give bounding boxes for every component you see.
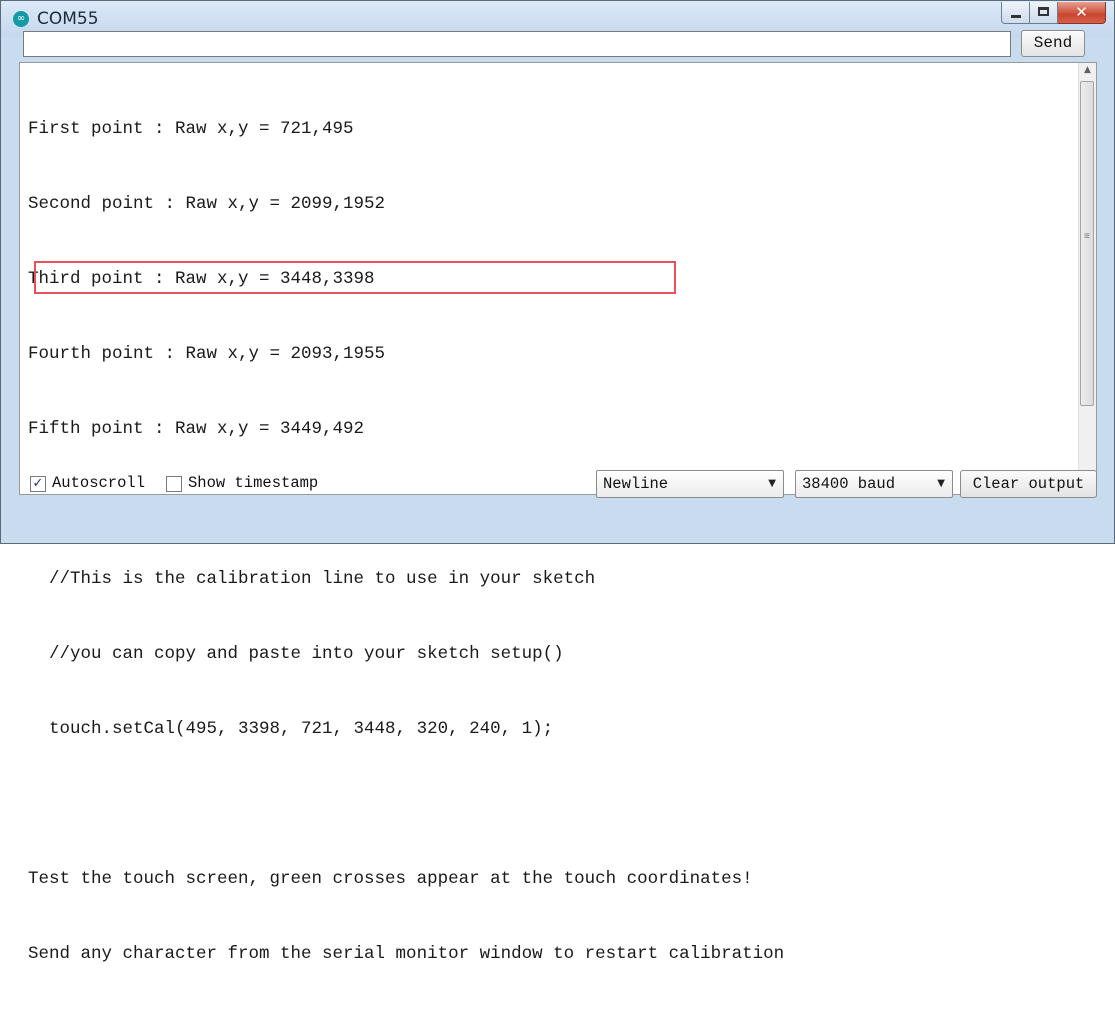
close-icon: ✕ — [1075, 3, 1088, 21]
output-line: Second point : Raw x,y = 2099,1952 — [28, 194, 386, 214]
output-line: //This is the calibration line to use in… — [28, 569, 596, 589]
output-line: Send any character from the serial monit… — [28, 944, 785, 964]
output-line: Fifth point : Raw x,y = 3449,492 — [28, 419, 365, 439]
minimize-icon — [1011, 15, 1021, 18]
output-line: Fourth point : Raw x,y = 2093,1955 — [28, 344, 386, 364]
window-controls: ✕ — [1001, 2, 1106, 24]
output-line: touch.setCal(495, 3398, 721, 3448, 320, … — [28, 719, 554, 739]
maximize-button[interactable] — [1030, 2, 1058, 24]
clear-output-button[interactable]: Clear output — [960, 470, 1097, 498]
window-title: COM55 — [37, 9, 99, 29]
send-button[interactable]: Send — [1021, 30, 1085, 57]
output-line: //you can copy and paste into your sketc… — [28, 644, 564, 664]
chevron-down-icon: ▼ — [937, 478, 945, 489]
autoscroll-label: Autoscroll — [52, 474, 146, 492]
timestamp-label: Show timestamp — [188, 474, 319, 492]
baud-rate-select[interactable]: 38400 baud ▼ — [795, 470, 953, 498]
timestamp-checkbox[interactable] — [166, 476, 182, 492]
autoscroll-checkbox[interactable]: ✓ — [30, 476, 46, 492]
calibration-line-highlight — [34, 261, 676, 294]
serial-output[interactable]: First point : Raw x,y = 721,495 Second p… — [19, 62, 1097, 964]
output-line: First point : Raw x,y = 721,495 — [28, 119, 354, 139]
maximize-icon — [1038, 7, 1049, 16]
send-input[interactable] — [23, 31, 1011, 57]
output-line: Test the touch screen, green crosses app… — [28, 869, 753, 889]
output-scrollbar[interactable]: ▲ ≡ ▼ — [1078, 63, 1096, 494]
grip-icon: ≡ — [1084, 231, 1090, 242]
line-ending-value: Newline — [603, 475, 669, 493]
output-text: First point : Raw x,y = 721,495 Second p… — [28, 67, 1073, 1017]
minimize-button[interactable] — [1001, 2, 1030, 24]
scroll-up-icon[interactable]: ▲ — [1079, 65, 1096, 75]
chevron-down-icon: ▼ — [768, 478, 776, 489]
scrollbar-thumb[interactable]: ≡ — [1080, 81, 1094, 406]
close-button[interactable]: ✕ — [1058, 2, 1106, 24]
arduino-icon: ∞ — [13, 11, 29, 27]
baud-rate-value: 38400 baud — [802, 475, 896, 493]
line-ending-select[interactable]: Newline ▼ — [596, 470, 784, 498]
